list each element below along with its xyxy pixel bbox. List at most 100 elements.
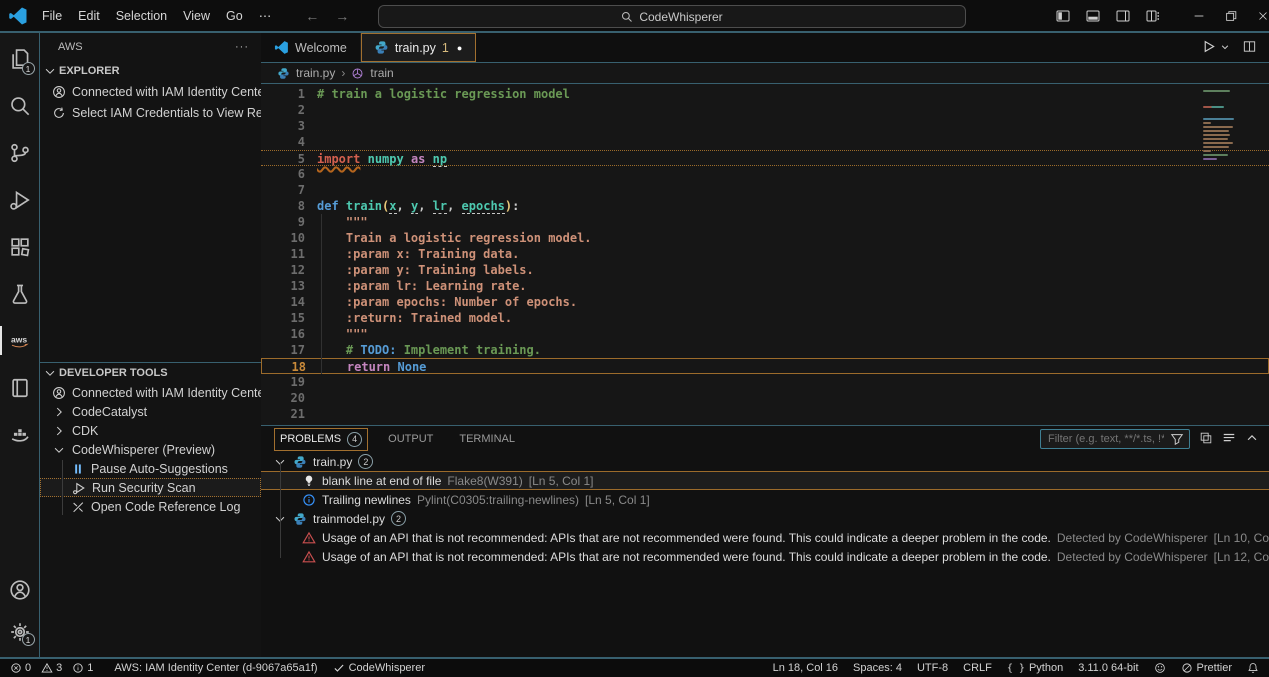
activity-source-control-icon[interactable] (0, 129, 40, 176)
menu-[interactable]: ⋯ (251, 8, 280, 23)
back-arrow-icon[interactable]: ← (305, 8, 319, 24)
code-line-21[interactable]: 21 (261, 406, 1269, 422)
status-encoding[interactable]: UTF-8 (917, 662, 948, 674)
sidebar-more-actions-icon[interactable]: ··· (235, 41, 249, 53)
status-aws-credentials[interactable]: AWS: IAM Identity Center (d-9067a65a1f) (114, 662, 317, 674)
activity-notebook-icon[interactable] (0, 364, 40, 411)
status-cursor-position[interactable]: Ln 18, Col 16 (773, 662, 838, 674)
code-line-17[interactable]: 17 # TODO: Implement training. (261, 342, 1269, 358)
problems-filter-input[interactable] (1046, 432, 1166, 446)
sidebar-item-label: Connected with IAM Identity Center... (72, 386, 261, 400)
breadcrumb-symbol[interactable]: train (370, 66, 393, 80)
activity-docker-icon[interactable] (0, 411, 40, 458)
sidebar-item-connected-with-iam-identity-ce[interactable]: Connected with IAM Identity Center... (40, 81, 261, 102)
status-python-version[interactable]: 3.11.0 64-bit (1078, 662, 1138, 674)
code-editor[interactable]: 1# train a logistic regression model2345… (261, 84, 1269, 425)
code-line-5[interactable]: 5import numpy as np (261, 150, 1269, 166)
status-language-mode[interactable]: { }Python (1007, 662, 1063, 674)
code-line-14[interactable]: 14 :param epochs: Number of epochs. (261, 294, 1269, 310)
status-problems-summary[interactable]: 031 (10, 662, 99, 674)
menu-go[interactable]: Go (218, 9, 251, 23)
editor-tab-train-py[interactable]: train.py1● (361, 33, 476, 62)
code-line-16[interactable]: 16 """ (261, 326, 1269, 342)
code-line-18[interactable]: 18 return None (261, 358, 1269, 374)
code-line-4[interactable]: 4 (261, 134, 1269, 150)
code-line-12[interactable]: 12 :param y: Training labels. (261, 262, 1269, 278)
problem-row[interactable]: Usage of an API that is not recommended:… (261, 528, 1269, 547)
code-line-10[interactable]: 10 Train a logistic regression model. (261, 230, 1269, 246)
code-line-3[interactable]: 3 (261, 118, 1269, 134)
activity-aws-icon[interactable]: aws (0, 317, 40, 364)
sidebar-item-cdk[interactable]: CDK (40, 421, 261, 440)
status-codewhisperer-status[interactable]: CodeWhisperer (333, 662, 425, 674)
menu-edit[interactable]: Edit (70, 9, 108, 23)
maximize-panel-button[interactable] (1245, 431, 1259, 448)
close-button[interactable] (1249, 3, 1269, 29)
code-line-8[interactable]: 8def train(x, y, lr, epochs): (261, 198, 1269, 214)
code-line-7[interactable]: 7 (261, 182, 1269, 198)
section-header-developer-tools[interactable]: DEVELOPER TOOLS (40, 363, 261, 383)
minimap[interactable] (1203, 88, 1247, 162)
sidebar-item-open-code-reference-log[interactable]: Open Code Reference Log (40, 497, 261, 516)
activity-settings-gear-icon[interactable]: 1 (0, 611, 40, 653)
restore-button[interactable] (1217, 3, 1245, 29)
problems-file-group-trainmodel-py[interactable]: trainmodel.py2 (261, 509, 1269, 528)
status-notifications[interactable] (1247, 662, 1259, 674)
toggle-panel-button[interactable] (1079, 3, 1107, 29)
status-eol[interactable]: CRLF (963, 662, 992, 674)
code-line-20[interactable]: 20 (261, 390, 1269, 406)
sidebar-item-run-security-scan[interactable]: Run Security Scan (40, 478, 261, 497)
customize-layout-button[interactable] (1139, 3, 1167, 29)
minimize-button[interactable] (1185, 3, 1213, 29)
code-line-11[interactable]: 11 :param x: Training data. (261, 246, 1269, 262)
sidebar-item-select-iam-credentials-to-view[interactable]: Select IAM Credentials to View Reso... (40, 102, 261, 123)
toggle-primary-sidebar-button[interactable] (1049, 3, 1077, 29)
menu-file[interactable]: File (34, 9, 70, 23)
problem-row[interactable]: Trailing newlinesPylint(C0305:trailing-n… (261, 490, 1269, 509)
forward-arrow-icon[interactable]: → (335, 8, 349, 24)
editor-tab-bar: Welcometrain.py1● (261, 33, 1269, 63)
toggle-secondary-sidebar-button[interactable] (1109, 3, 1137, 29)
code-line-2[interactable]: 2 (261, 102, 1269, 118)
panel-tab-terminal[interactable]: TERMINAL (454, 430, 520, 448)
breadcrumb-file[interactable]: train.py (296, 66, 335, 80)
command-center-search[interactable]: CodeWhisperer (378, 5, 966, 28)
status-indentation[interactable]: Spaces: 4 (853, 662, 902, 674)
security-scan-icon (72, 481, 86, 495)
section-header-explorer[interactable]: EXPLORER (40, 61, 261, 81)
activity-testing-icon[interactable] (0, 270, 40, 317)
run-dropdown-chevron-icon[interactable] (1220, 41, 1230, 55)
tab-modified-dot[interactable]: ● (457, 43, 462, 53)
collapse-all-button[interactable] (1222, 431, 1236, 448)
activity-extensions-icon[interactable] (0, 223, 40, 270)
problems-filter-box[interactable] (1040, 429, 1190, 449)
menu-view[interactable]: View (175, 9, 218, 23)
view-as-table-button[interactable] (1199, 431, 1213, 448)
python-icon (293, 455, 307, 469)
activity-explorer-icon[interactable]: 1 (0, 35, 40, 82)
sidebar-item-pause-auto-suggestions[interactable]: Pause Auto-Suggestions (40, 459, 261, 478)
activity-account-icon[interactable] (0, 569, 40, 611)
run-python-file-button[interactable] (1201, 39, 1216, 57)
panel-tab-problems[interactable]: PROBLEMS4 (275, 429, 367, 450)
problem-row[interactable]: Usage of an API that is not recommended:… (261, 547, 1269, 566)
sidebar-item-codewhisperer-preview-[interactable]: CodeWhisperer (Preview) (40, 440, 261, 459)
code-line-9[interactable]: 9 """ (261, 214, 1269, 230)
code-line-13[interactable]: 13 :param lr: Learning rate. (261, 278, 1269, 294)
problems-file-group-train-py[interactable]: train.py2 (261, 452, 1269, 471)
activity-run-debug-icon[interactable] (0, 176, 40, 223)
panel-tab-output[interactable]: OUTPUT (383, 430, 438, 448)
sidebar-item-connected-with-iam-identity-ce[interactable]: Connected with IAM Identity Center... (40, 383, 261, 402)
code-line-6[interactable]: 6 (261, 166, 1269, 182)
sidebar-item-codecatalyst[interactable]: CodeCatalyst (40, 402, 261, 421)
split-editor-button[interactable] (1242, 39, 1257, 57)
editor-tab-welcome[interactable]: Welcome (261, 33, 361, 62)
status-feedback[interactable] (1154, 662, 1166, 674)
status-prettier[interactable]: Prettier (1181, 662, 1232, 674)
problem-row[interactable]: blank line at end of fileFlake8(W391)[Ln… (261, 471, 1269, 490)
code-line-15[interactable]: 15 :return: Trained model. (261, 310, 1269, 326)
code-line-1[interactable]: 1# train a logistic regression model (261, 86, 1269, 102)
activity-search-icon[interactable] (0, 82, 40, 129)
code-line-19[interactable]: 19 (261, 374, 1269, 390)
menu-selection[interactable]: Selection (108, 9, 175, 23)
